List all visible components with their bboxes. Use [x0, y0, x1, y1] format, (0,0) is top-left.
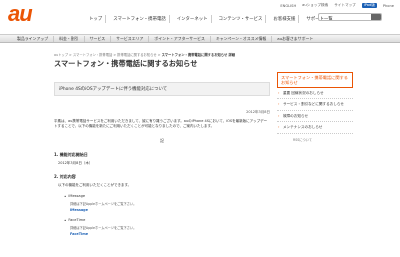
section-heading-contents: 2. 対応内容 [54, 173, 76, 179]
subnav-lineup[interactable]: 製品ラインアップ [12, 35, 55, 42]
search-button[interactable] [371, 14, 381, 20]
sidebar-item-important[interactable]: 重要 回線状況のおしらせ [277, 88, 353, 100]
search-box [318, 13, 382, 21]
subnav-service[interactable]: サービス [85, 35, 112, 42]
gnav-contents[interactable]: コンテンツ・サービス [216, 15, 267, 23]
service-detail-link[interactable]: 詳細は下記Appleホームページをご覧下さい。 [64, 201, 270, 206]
notice-date: 2012年3月8日 [246, 110, 270, 114]
gnav-top[interactable]: トップ [86, 15, 107, 23]
service-facetime: FaceTime 詳細は下記Appleホームページをご覧下さい。 FaceTim… [54, 218, 270, 236]
utility-links: ENGLISH auショップ検索 サイトマップ iPad版 Phone [280, 3, 394, 8]
au-logo[interactable]: au [8, 3, 33, 25]
notice-headline: iPhone 4SのiOSアップデートに伴う機能対応について [54, 82, 270, 96]
util-link-english[interactable]: ENGLISH [280, 4, 296, 8]
subnav-customer-support[interactable]: auお客さまサポート [272, 36, 318, 42]
breadcrumb-current: スマートフォン・携帯電話に関するお知らせ 詳細 [161, 53, 236, 57]
ipad-badge[interactable]: iPad版 [361, 3, 377, 8]
sidebar-item-maintenance[interactable]: メンテナンスのおしらせ [277, 122, 353, 134]
sidebar-heading[interactable]: スマートフォン・携帯電話に関するお知らせ [277, 72, 353, 88]
section-heading-start-date: 1. 機能対応開始日 [54, 151, 88, 157]
service-name: FaceTime [64, 218, 270, 223]
intro-paragraph: 平素は、au携帯電話サービスをご利用いただきまして、誠に有り難うございます。au… [54, 119, 268, 129]
breadcrumb-trail[interactable]: auトップ > スマートフォン・携帯電話 > 携帯電話に関するお知らせ > [54, 53, 161, 57]
service-imessage: iMessage 詳細は下記Appleホームページをご覧下さい。 iMessag… [54, 194, 270, 212]
rss-link[interactable]: RSSについて [277, 137, 353, 142]
sidebar-list: 重要 回線状況のおしらせ サービス・割引などに関するおしらせ 故障のお知らせ メ… [277, 88, 353, 134]
ki-marker: 記 [160, 137, 164, 143]
page-title: スマートフォン・携帯電話に関するお知らせ [54, 59, 198, 68]
subnav-campaign[interactable]: キャンペーン・オススメ情報 [211, 35, 273, 42]
section-note: 以下の機能をご利用いただくことができます。 [58, 182, 132, 187]
imessage-logo: iMessage [70, 207, 88, 212]
service-name: iMessage [64, 194, 270, 199]
section-value-start-date: 2012年3月8日（木） [58, 160, 93, 165]
util-link-phone[interactable]: Phone [383, 4, 394, 8]
sidebar-item-failure[interactable]: 故障のお知らせ [277, 111, 353, 123]
sidebar-item-service[interactable]: サービス・割引などに関するおしらせ [277, 99, 353, 111]
sub-nav: 製品ラインアップ 料金・割引 サービス サービスエリア ポイント・アフターサービ… [0, 34, 400, 43]
util-link-sitemap[interactable]: サイトマップ [334, 3, 356, 8]
subnav-price[interactable]: 料金・割引 [54, 35, 85, 42]
breadcrumb: auトップ > スマートフォン・携帯電話 > 携帯電話に関するお知らせ > スマ… [54, 52, 235, 57]
util-link-shop-search[interactable]: auショップ検索 [302, 3, 328, 8]
service-detail-link[interactable]: 詳細は下記Appleホームページをご覧下さい。 [64, 225, 270, 230]
main-content: iPhone 4SのiOSアップデートに伴う機能対応について 2012年3月8日… [54, 82, 270, 236]
subnav-point[interactable]: ポイント・アフターサービス [149, 35, 211, 42]
gnav-support[interactable]: お客様支援 [270, 15, 300, 23]
gnav-smartphone[interactable]: スマートフォン・携帯電話 [110, 15, 170, 23]
gnav-internet[interactable]: インターネット [174, 15, 212, 23]
subnav-area[interactable]: サービスエリア [111, 35, 150, 42]
global-nav: トップ スマートフォン・携帯電話 インターネット コンテンツ・サービス お客様支… [86, 15, 336, 23]
search-input[interactable] [319, 14, 371, 20]
sidebar: スマートフォン・携帯電話に関するお知らせ 重要 回線状況のおしらせ サービス・割… [277, 72, 353, 142]
facetime-logo: FaceTime [70, 231, 89, 236]
